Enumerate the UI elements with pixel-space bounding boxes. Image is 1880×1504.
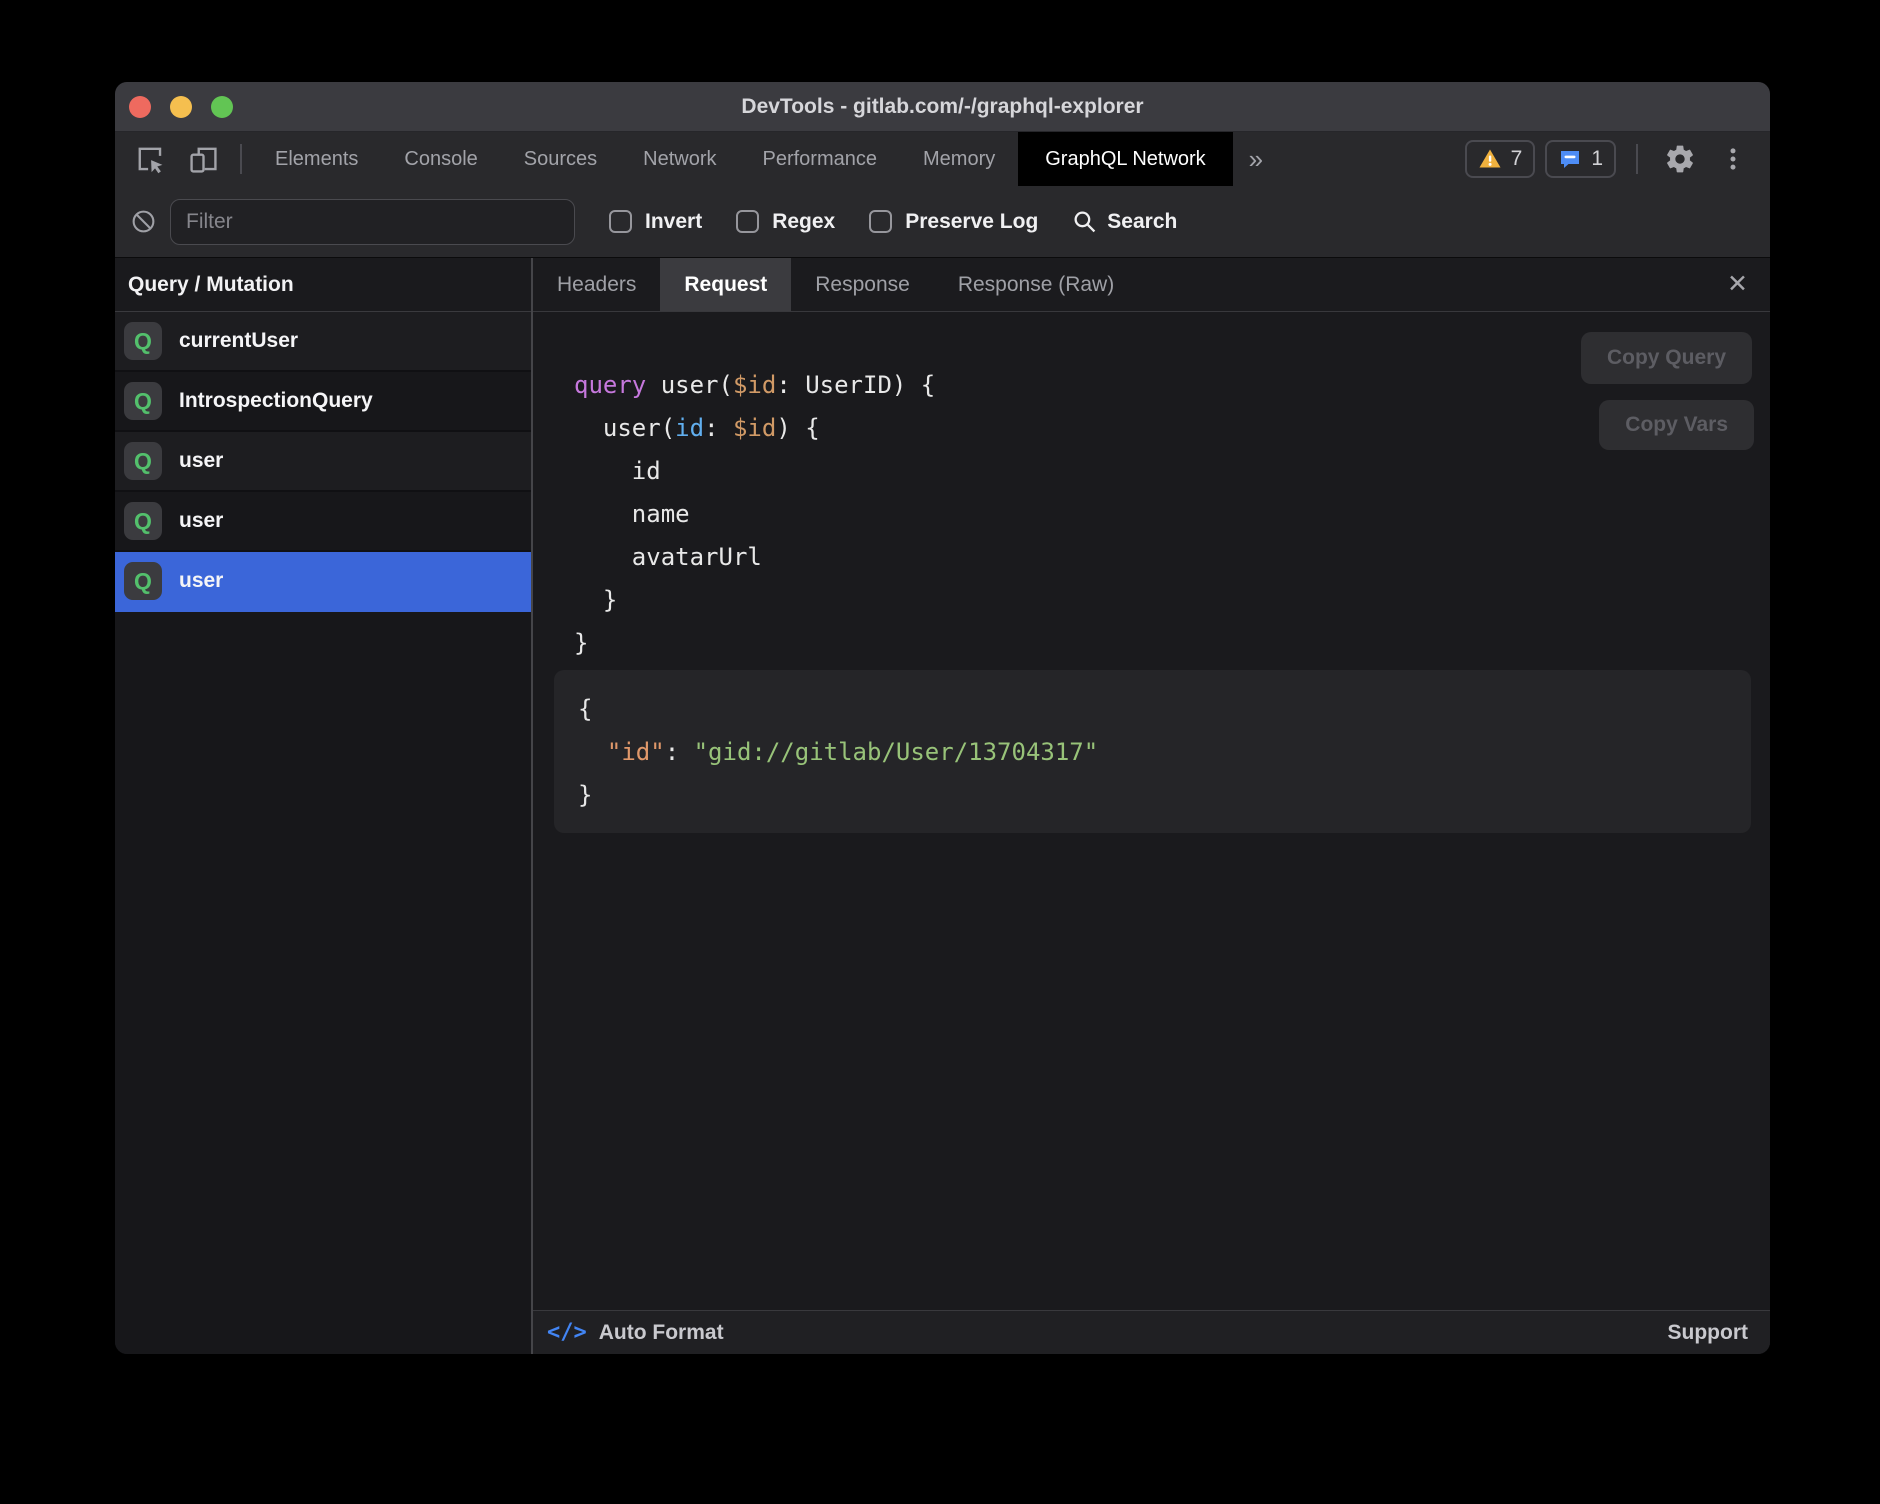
filter-bar: Invert Regex Preserve Log Search (115, 186, 1770, 258)
filter-input[interactable] (170, 199, 575, 245)
messages-count: 1 (1591, 147, 1603, 171)
code-line: name (574, 493, 1770, 536)
checkbox-label: Invert (645, 210, 702, 234)
auto-format-icon: </> (547, 1320, 587, 1345)
inspect-element-icon[interactable] (115, 132, 177, 186)
message-icon (1558, 147, 1582, 171)
code-line: } (574, 579, 1770, 622)
request-detail-panel: HeadersRequestResponseResponse (Raw) ✕ q… (533, 258, 1770, 1354)
close-window-button[interactable] (129, 96, 151, 118)
query-type-badge: Q (124, 322, 162, 360)
toolbar-tab-network[interactable]: Network (620, 132, 739, 186)
more-tabs-button[interactable]: » (1233, 132, 1279, 186)
filter-options: Invert Regex Preserve Log (609, 210, 1038, 234)
warnings-badge[interactable]: 7 (1465, 140, 1536, 178)
query-name-label: user (179, 449, 223, 473)
window-titlebar: DevTools - gitlab.com/-/graphql-explorer (115, 82, 1770, 132)
request-tab-content: query user($id: UserID) { user(id: $id) … (533, 312, 1770, 1310)
query-list-item[interactable]: QcurrentUser (115, 312, 531, 372)
variables-line: } (578, 774, 1751, 817)
query-name-label: currentUser (179, 329, 298, 353)
warnings-count: 7 (1511, 147, 1523, 171)
panel-tabs: ElementsConsoleSourcesNetworkPerformance… (252, 132, 1233, 186)
toolbar-tab-memory[interactable]: Memory (900, 132, 1018, 186)
detail-tab-headers[interactable]: Headers (533, 258, 660, 311)
toolbar-divider (1636, 144, 1638, 174)
toolbar-tab-graphql-network[interactable]: GraphQL Network (1018, 132, 1232, 186)
messages-badge[interactable]: 1 (1545, 140, 1616, 178)
copy-query-button[interactable]: Copy Query (1581, 332, 1752, 384)
query-name-label: user (179, 509, 223, 533)
query-type-badge: Q (124, 382, 162, 420)
code-line: id (574, 450, 1770, 493)
regex-checkbox[interactable]: Regex (736, 210, 835, 234)
close-detail-icon[interactable]: ✕ (1727, 272, 1748, 297)
query-list-panel: Query / Mutation QcurrentUserQIntrospect… (115, 258, 533, 1354)
detail-tab-request[interactable]: Request (660, 258, 791, 311)
toolbar-right-group: 7 1 (1465, 132, 1770, 186)
query-name-label: user (179, 569, 223, 593)
auto-format-button[interactable]: Auto Format (599, 1321, 724, 1345)
detail-footer: </> Auto Format Support (533, 1310, 1770, 1354)
checkbox-box[interactable] (609, 210, 632, 233)
query-list: QcurrentUserQIntrospectionQueryQuserQuse… (115, 312, 531, 612)
toolbar-tab-console[interactable]: Console (381, 132, 500, 186)
traffic-lights (129, 96, 233, 118)
code-line: avatarUrl (574, 536, 1770, 579)
variables-line: { (578, 688, 1751, 731)
toolbar-tab-elements[interactable]: Elements (252, 132, 381, 186)
checkbox-label: Regex (772, 210, 835, 234)
query-list-item[interactable]: Quser (115, 492, 531, 552)
toolbar-tab-performance[interactable]: Performance (740, 132, 901, 186)
detail-tab-bar: HeadersRequestResponseResponse (Raw) ✕ (533, 258, 1770, 312)
search-icon (1072, 209, 1097, 234)
query-type-badge: Q (124, 442, 162, 480)
kebab-menu-icon[interactable] (1712, 144, 1754, 174)
toolbar-tab-sources[interactable]: Sources (501, 132, 620, 186)
query-list-header: Query / Mutation (115, 258, 531, 312)
device-toolbar-icon[interactable] (177, 132, 230, 186)
query-variables-box: { "id": "gid://gitlab/User/13704317"} (554, 670, 1751, 833)
settings-gear-icon[interactable] (1658, 143, 1702, 175)
search-button[interactable]: Search (1072, 209, 1177, 234)
query-list-item[interactable]: Q IntrospectionQuery (115, 372, 531, 432)
support-link[interactable]: Support (1668, 1321, 1748, 1345)
code-line: user(id: $id) { (574, 407, 1770, 450)
query-type-badge: Q (124, 502, 162, 540)
code-line: } (574, 622, 1770, 665)
devtools-window: DevTools - gitlab.com/-/graphql-explorer… (115, 82, 1770, 1354)
query-list-item[interactable]: Quser (115, 552, 531, 612)
toolbar-divider (240, 144, 242, 174)
query-type-badge: Q (124, 562, 162, 600)
checkbox-box[interactable] (736, 210, 759, 233)
main-split: Query / Mutation QcurrentUserQIntrospect… (115, 258, 1770, 1354)
variables-line: "id": "gid://gitlab/User/13704317" (578, 731, 1751, 774)
checkbox-box[interactable] (869, 210, 892, 233)
query-name-label: IntrospectionQuery (179, 389, 373, 413)
copy-vars-button[interactable]: Copy Vars (1599, 400, 1754, 450)
window-title: DevTools - gitlab.com/-/graphql-explorer (741, 95, 1143, 119)
screen-background: DevTools - gitlab.com/-/graphql-explorer… (0, 0, 1880, 1504)
detail-tabs: HeadersRequestResponseResponse (Raw) (533, 258, 1138, 311)
search-label: Search (1107, 210, 1177, 234)
devtools-toolbar: ElementsConsoleSourcesNetworkPerformance… (115, 132, 1770, 186)
zoom-window-button[interactable] (211, 96, 233, 118)
preserve-log-checkbox[interactable]: Preserve Log (869, 210, 1038, 234)
clear-block-icon[interactable] (115, 208, 170, 235)
detail-tab-response[interactable]: Response (791, 258, 934, 311)
checkbox-label: Preserve Log (905, 210, 1038, 234)
invert-checkbox[interactable]: Invert (609, 210, 702, 234)
minimize-window-button[interactable] (170, 96, 192, 118)
warning-icon (1478, 147, 1502, 171)
detail-tab-response-raw[interactable]: Response (Raw) (934, 258, 1138, 311)
query-list-item[interactable]: Quser (115, 432, 531, 492)
